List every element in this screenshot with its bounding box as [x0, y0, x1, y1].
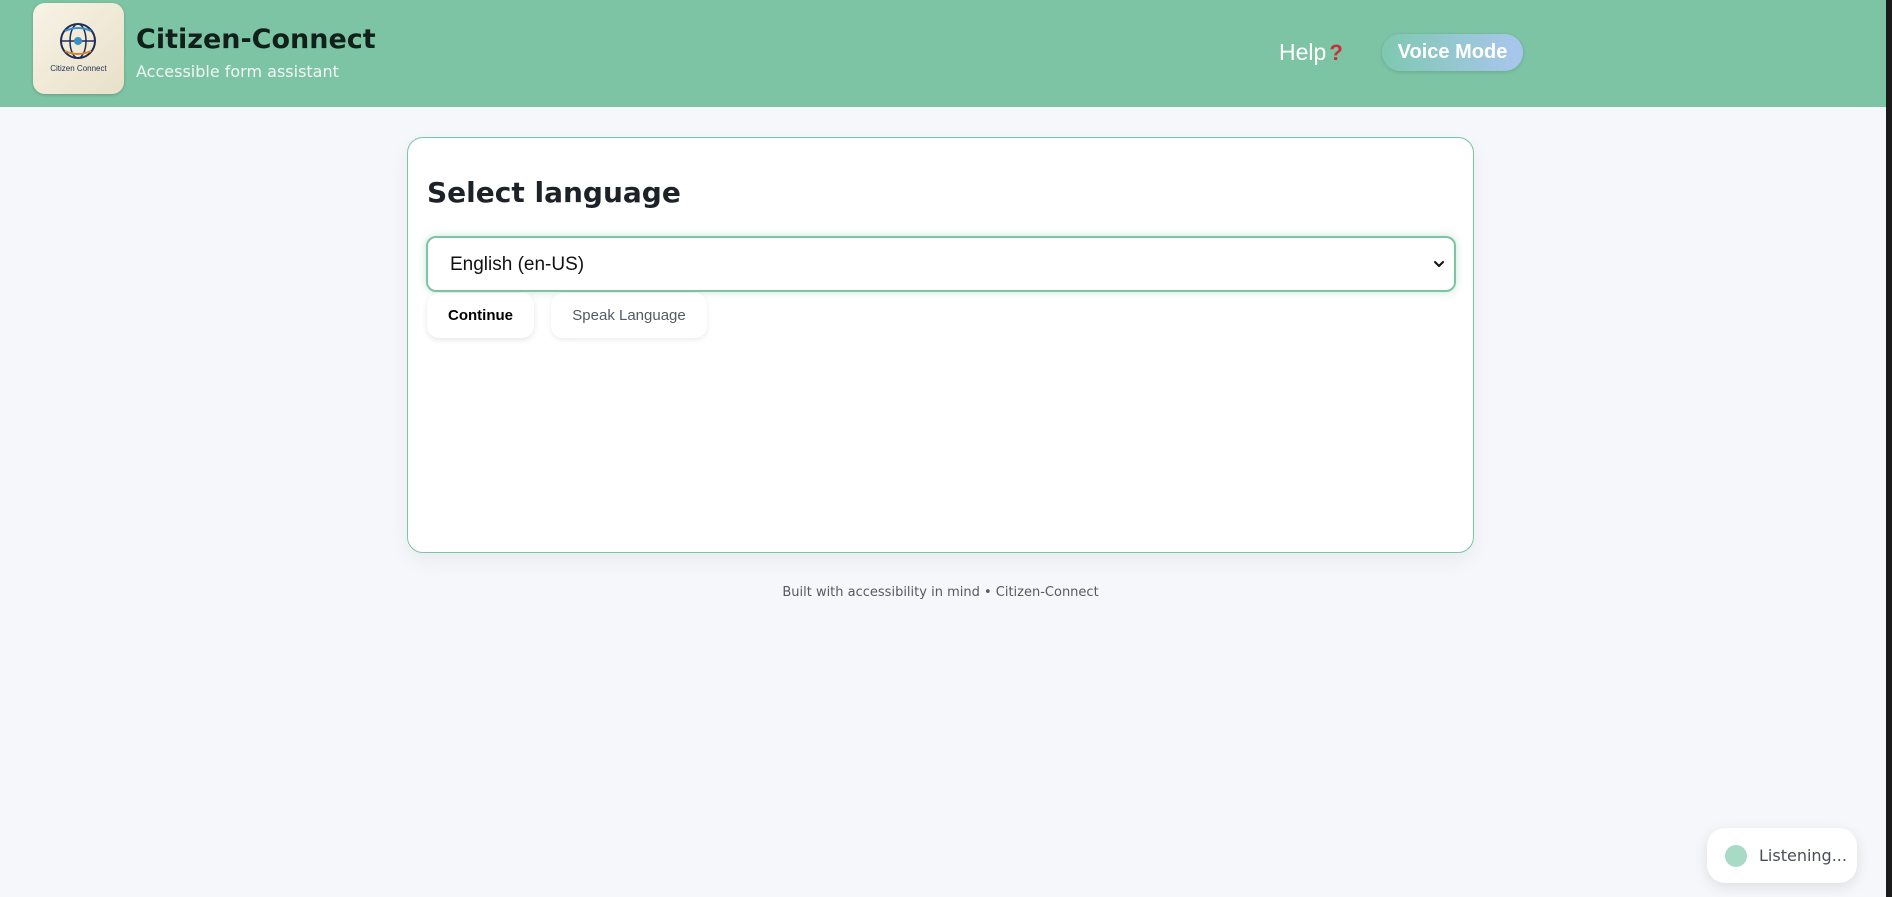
scrollbar[interactable] — [1886, 0, 1892, 897]
language-card: Select language English (en-US) Continue… — [407, 137, 1474, 553]
language-select-value: English (en-US) — [450, 254, 585, 275]
chevron-down-icon — [1434, 261, 1444, 267]
listening-indicator: Listening... — [1707, 828, 1857, 883]
listening-dot-icon — [1725, 845, 1747, 867]
app-logo: Citizen Connect — [33, 3, 124, 94]
app-title: Citizen-Connect — [136, 24, 376, 55]
app-header: Citizen Connect Citizen-Connect Accessib… — [0, 0, 1886, 107]
listening-label: Listening... — [1759, 846, 1847, 865]
speak-language-button[interactable]: Speak Language — [551, 293, 707, 338]
continue-button[interactable]: Continue — [427, 293, 534, 338]
question-mark-icon: ? — [1329, 39, 1343, 65]
card-title: Select language — [427, 176, 681, 209]
globe-logo-icon — [60, 23, 96, 59]
language-select[interactable]: English (en-US) — [426, 236, 1456, 292]
page-footer: Built with accessibility in mind • Citiz… — [782, 585, 1099, 600]
app-subtitle: Accessible form assistant — [136, 62, 339, 81]
help-link[interactable]: Help ? — [1279, 39, 1343, 66]
help-label: Help — [1279, 39, 1327, 65]
logo-text: Citizen Connect — [50, 64, 107, 73]
voice-mode-button[interactable]: Voice Mode — [1382, 34, 1523, 71]
